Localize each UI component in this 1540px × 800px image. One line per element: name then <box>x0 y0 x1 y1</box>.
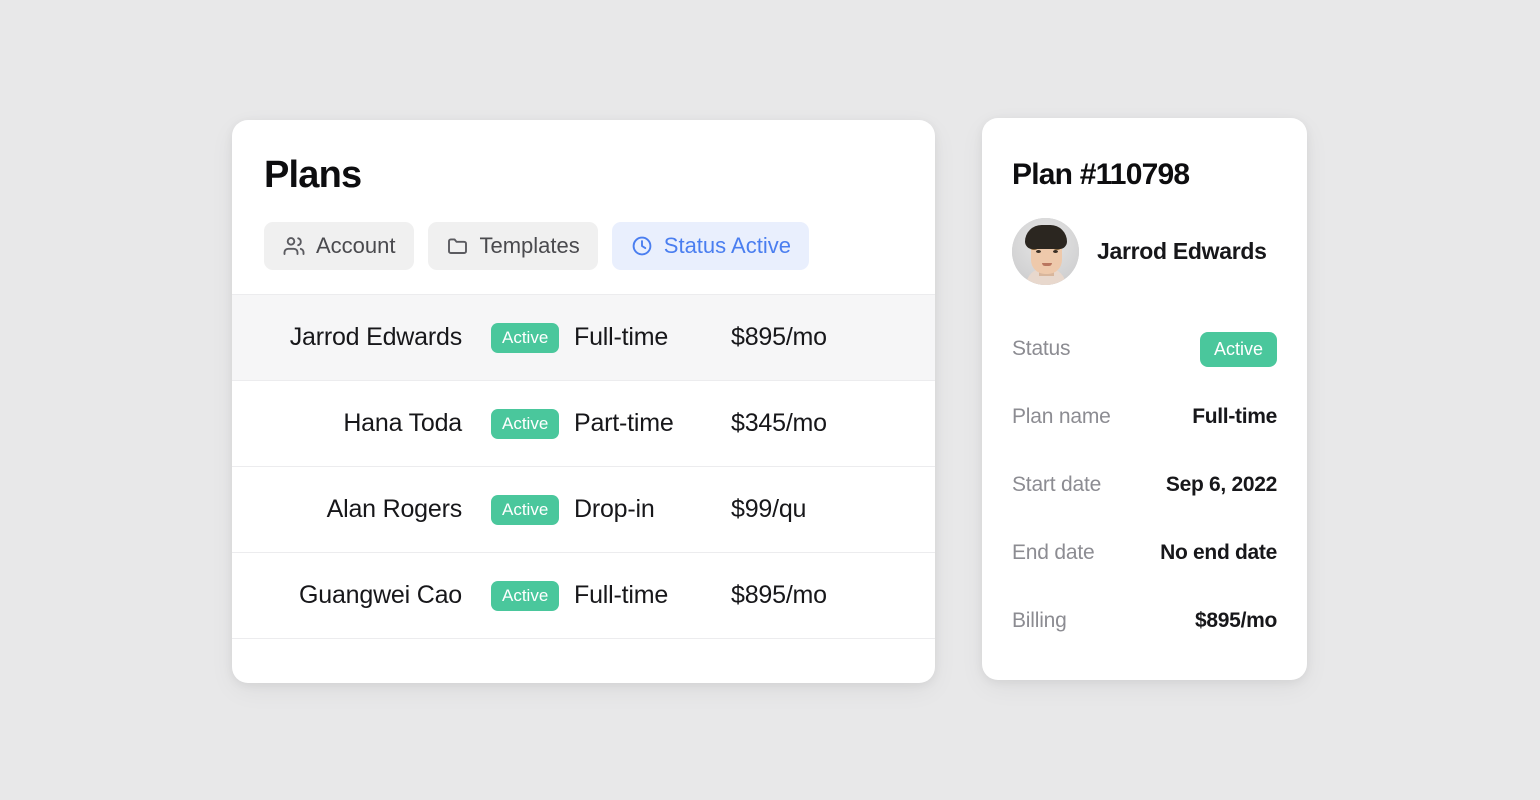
plans-header: Plans Account Templates Status Active <box>232 120 935 294</box>
filter-chip-status-active[interactable]: Status Active <box>611 222 809 270</box>
status-badge: Active <box>491 580 560 611</box>
row-price: $345/mo <box>731 409 827 437</box>
detail-label: Start date <box>1012 473 1102 496</box>
table-row[interactable]: Alan Rogers Active Drop-in $99/qu <box>232 466 935 552</box>
detail-row-plan-name: Plan name Full-time <box>1012 383 1277 451</box>
row-status-cell: Active <box>462 580 574 611</box>
filter-chip-row: Account Templates Status Active <box>264 222 903 294</box>
status-badge: Active <box>491 408 560 439</box>
detail-value: No end date <box>1160 541 1277 564</box>
row-name: Jarrod Edwards <box>289 323 462 351</box>
table-footer-row <box>232 638 935 683</box>
row-plan: Full-time <box>574 581 669 609</box>
detail-value: Sep 6, 2022 <box>1165 473 1277 496</box>
detail-person: Jarrod Edwards <box>1012 218 1277 285</box>
detail-value: Full-time <box>1192 405 1277 428</box>
avatar-hat <box>1025 225 1067 249</box>
row-name: Guangwei Cao <box>299 581 462 609</box>
clock-icon <box>630 234 654 258</box>
filter-chip-account-label: Account <box>316 233 396 258</box>
detail-row-billing: Billing $895/mo <box>1012 587 1277 655</box>
plans-card: Plans Account Templates Status Active Ja… <box>232 120 935 683</box>
filter-chip-status-active-label: Status Active <box>663 233 791 258</box>
folder-icon <box>446 234 470 258</box>
detail-label: Billing <box>1012 609 1067 632</box>
detail-label: End date <box>1012 541 1095 564</box>
row-status-cell: Active <box>462 494 574 525</box>
row-price: $895/mo <box>731 581 827 609</box>
users-icon <box>282 234 306 258</box>
row-price: $895/mo <box>731 323 827 351</box>
plans-table: Jarrod Edwards Active Full-time $895/mo … <box>232 294 935 683</box>
avatar-eye-left <box>1036 250 1041 253</box>
detail-row-status: Status Active <box>1012 315 1277 383</box>
table-row[interactable]: Hana Toda Active Part-time $345/mo <box>232 380 935 466</box>
filter-chip-templates[interactable]: Templates <box>427 222 598 270</box>
row-status-cell: Active <box>462 408 574 439</box>
status-badge: Active <box>1199 331 1277 367</box>
avatar-mouth <box>1042 263 1052 266</box>
screen: Plans Account Templates Status Active Ja… <box>0 0 1540 800</box>
detail-row-start-date: Start date Sep 6, 2022 <box>1012 451 1277 519</box>
avatar <box>1012 218 1079 285</box>
row-price: $99/qu <box>731 495 807 523</box>
detail-title: Plan #110798 <box>1012 158 1190 191</box>
row-plan: Full-time <box>574 323 669 351</box>
status-badge: Active <box>491 494 560 525</box>
detail-label: Plan name <box>1012 405 1111 428</box>
plan-detail-card: Plan #110798 Jarrod Edwards Status Activ <box>982 118 1307 680</box>
detail-label: Status <box>1012 337 1071 360</box>
row-plan: Part-time <box>574 409 674 437</box>
table-row[interactable]: Jarrod Edwards Active Full-time $895/mo <box>232 294 935 380</box>
detail-value: $895/mo <box>1195 609 1277 632</box>
page-title: Plans <box>264 154 362 196</box>
row-status-cell: Active <box>462 322 574 353</box>
detail-person-name: Jarrod Edwards <box>1097 238 1267 264</box>
row-name: Hana Toda <box>343 409 462 437</box>
status-badge: Active <box>491 322 560 353</box>
detail-field-list: Status Active Plan name Full-time Start … <box>1012 315 1277 655</box>
row-plan: Drop-in <box>574 495 655 523</box>
filter-chip-templates-label: Templates <box>479 233 580 258</box>
row-name: Alan Rogers <box>326 495 463 523</box>
table-row[interactable]: Guangwei Cao Active Full-time $895/mo <box>232 552 935 638</box>
detail-row-end-date: End date No end date <box>1012 519 1277 587</box>
filter-chip-account[interactable]: Account <box>264 222 414 270</box>
avatar-eye-right <box>1053 250 1058 253</box>
